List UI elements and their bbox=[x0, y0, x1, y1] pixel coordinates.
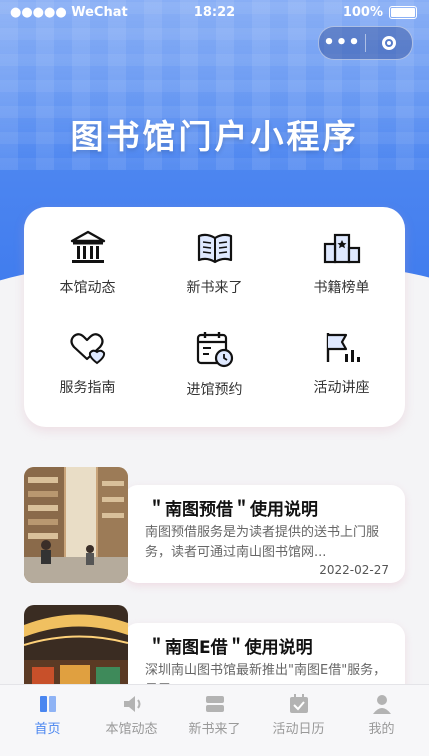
battery-percent: 100% bbox=[342, 5, 383, 20]
status-bar: ●●●●● WeChat 18:22 100% bbox=[0, 0, 429, 26]
menu-item-label: 服务指南 bbox=[59, 380, 116, 396]
article-card[interactable]: ＂南图预借＂使用说明 南图预借服务是为读者提供的送书上门服务，读者可通过南山图书… bbox=[24, 467, 405, 583]
menu-item-reservation[interactable]: 进馆预约 bbox=[151, 307, 278, 407]
close-button[interactable] bbox=[366, 36, 412, 50]
calendar-check-icon bbox=[289, 694, 308, 713]
tab-label: 本馆动态 bbox=[105, 722, 158, 737]
podium-icon bbox=[323, 233, 360, 264]
menu-item-new-books[interactable]: 新书来了 bbox=[151, 207, 278, 307]
miniprogram-capsule: ••• bbox=[318, 26, 413, 60]
tab-news[interactable]: 本馆动态 bbox=[89, 685, 174, 745]
menu-item-label: 书籍榜单 bbox=[313, 280, 370, 296]
calendar-clock-icon bbox=[196, 332, 233, 368]
menu-item-service-guide[interactable]: 服务指南 bbox=[24, 307, 151, 407]
battery-status: 100% bbox=[343, 5, 417, 20]
article-date: 2022-02-27 bbox=[319, 563, 389, 577]
menu-item-label: 本馆动态 bbox=[59, 280, 116, 296]
tab-label: 活动日历 bbox=[272, 722, 325, 737]
page-title: 图书馆门户小程序 bbox=[70, 117, 359, 156]
tab-home[interactable]: 首页 bbox=[5, 685, 90, 745]
tab-calendar[interactable]: 活动日历 bbox=[256, 685, 341, 745]
article-title: ＂南图预借＂使用说明 bbox=[148, 500, 318, 520]
menu-item-label: 进馆预约 bbox=[186, 382, 243, 398]
book-icon bbox=[39, 696, 56, 712]
bank-icon bbox=[70, 230, 105, 263]
menu-item-news[interactable]: 本馆动态 bbox=[24, 207, 151, 307]
tab-new-books[interactable]: 新书来了 bbox=[172, 685, 257, 745]
battery-icon bbox=[389, 6, 417, 19]
target-icon bbox=[382, 36, 396, 50]
speaker-icon bbox=[123, 696, 140, 712]
tab-label: 首页 bbox=[34, 722, 61, 737]
flag-icon bbox=[326, 333, 360, 362]
feature-menu: 本馆动态 新书来了 书籍榜单 服务指南 进馆预约 活动讲座 bbox=[24, 207, 405, 427]
menu-item-label: 新书来了 bbox=[186, 280, 243, 296]
open-book-icon bbox=[197, 233, 232, 264]
tab-bar: 首页 本馆动态 新书来了 活动日历 我的 bbox=[0, 684, 429, 756]
user-icon bbox=[372, 695, 391, 714]
menu-item-label: 活动讲座 bbox=[313, 380, 370, 396]
article-thumbnail bbox=[24, 467, 128, 583]
article-summary: 南图预借服务是为读者提供的送书上门服务，读者可通过南山图书馆网... bbox=[145, 525, 380, 560]
menu-item-rankings[interactable]: 书籍榜单 bbox=[278, 207, 405, 307]
tab-label: 新书来了 bbox=[188, 722, 241, 737]
tab-label: 我的 bbox=[368, 722, 395, 737]
article-title: ＂南图E借＂使用说明 bbox=[148, 638, 313, 658]
tab-profile[interactable]: 我的 bbox=[339, 685, 424, 745]
books-stack-icon bbox=[205, 696, 224, 712]
more-button[interactable]: ••• bbox=[319, 27, 365, 59]
hand-heart-icon bbox=[69, 333, 105, 365]
menu-item-lectures[interactable]: 活动讲座 bbox=[278, 307, 405, 407]
